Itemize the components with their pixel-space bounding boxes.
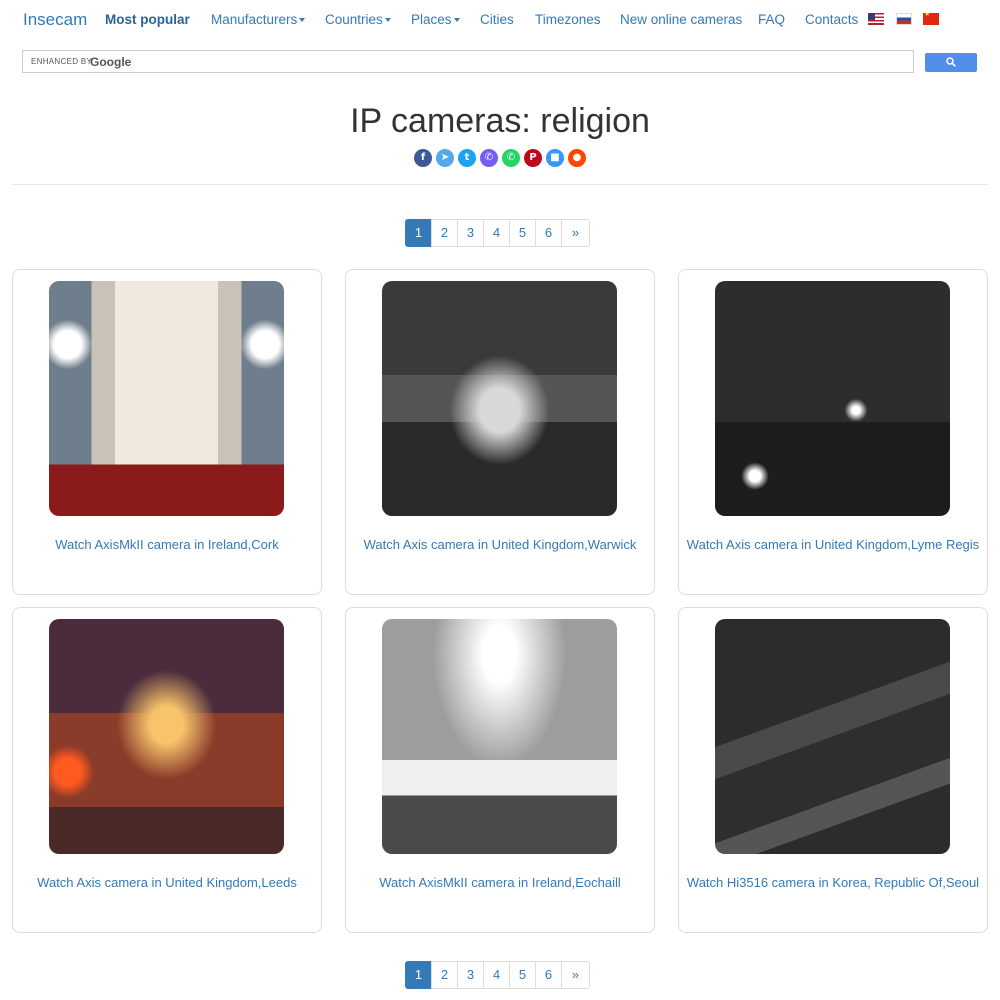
page-link-3[interactable]: 3 [457, 961, 484, 989]
camera-link[interactable]: Watch Axis camera in United Kingdom,Lyme… [679, 537, 987, 552]
camera-link[interactable]: Watch AxisMkII camera in Ireland,Eochail… [346, 875, 654, 890]
next-page-link[interactable]: » [561, 961, 590, 989]
camera-thumbnail[interactable] [49, 619, 284, 854]
camera-thumbnail[interactable] [382, 281, 617, 516]
camera-card: Watch AxisMkII camera in Ireland,Cork [12, 269, 322, 595]
flag-us-icon[interactable] [868, 13, 884, 25]
telegram-icon[interactable]: ➤ [436, 149, 454, 167]
nav-countries-label: Countries [325, 12, 383, 27]
twitter-icon[interactable]: t [458, 149, 476, 167]
page-link-6[interactable]: 6 [535, 961, 562, 989]
camera-card: Watch Axis camera in United Kingdom,Lyme… [678, 269, 988, 595]
nav-most-popular[interactable]: Most popular [105, 12, 190, 27]
camera-card: Watch Hi3516 camera in Korea, Republic O… [678, 607, 988, 933]
nav-contacts[interactable]: Contacts [805, 12, 858, 27]
nav-places[interactable]: Places [411, 12, 460, 27]
camera-thumbnail[interactable] [715, 619, 950, 854]
reddit-icon[interactable]: ● [568, 149, 586, 167]
whatsapp-icon[interactable]: ✆ [502, 149, 520, 167]
caret-down-icon [453, 18, 460, 23]
page-link-3[interactable]: 3 [457, 219, 484, 247]
nav-places-label: Places [411, 12, 452, 27]
divider [12, 184, 988, 185]
page-link-5[interactable]: 5 [509, 961, 536, 989]
page-link-6[interactable]: 6 [535, 219, 562, 247]
top-navbar: Insecam Most popular Manufacturers Count… [0, 0, 1000, 38]
camera-card: Watch Axis camera in United Kingdom,Leed… [12, 607, 322, 933]
nav-manufacturers-label: Manufacturers [211, 12, 298, 27]
camera-thumbnail[interactable] [49, 281, 284, 516]
flag-cn-icon[interactable] [923, 13, 939, 25]
nav-manufacturers[interactable]: Manufacturers [211, 12, 306, 27]
page-link-1[interactable]: 1 [405, 219, 432, 247]
page-link-2[interactable]: 2 [431, 961, 458, 989]
viber-icon[interactable]: ✆ [480, 149, 498, 167]
page-link-4[interactable]: 4 [483, 219, 510, 247]
pagination-bottom: 1 2 3 4 5 6» [405, 961, 590, 989]
facebook-icon[interactable]: f [414, 149, 432, 167]
nav-new-online-cameras[interactable]: New online cameras [620, 12, 742, 27]
caret-down-icon [384, 18, 391, 23]
nav-faq[interactable]: FAQ [758, 12, 785, 27]
nav-cities[interactable]: Cities [480, 12, 514, 27]
pagination-top: 1 2 3 4 5 6» [405, 219, 590, 247]
camera-link[interactable]: Watch AxisMkII camera in Ireland,Cork [13, 537, 321, 552]
search-enhanced-by: ENHANCED BY [31, 57, 93, 66]
search-button[interactable] [925, 53, 977, 72]
delicious-icon[interactable]: ■ [546, 149, 564, 167]
page-link-1[interactable]: 1 [405, 961, 432, 989]
camera-card: Watch Axis camera in United Kingdom,Warw… [345, 269, 655, 595]
brand-link[interactable]: Insecam [23, 10, 87, 30]
page-link-5[interactable]: 5 [509, 219, 536, 247]
page-link-2[interactable]: 2 [431, 219, 458, 247]
camera-thumbnail[interactable] [382, 619, 617, 854]
caret-down-icon [299, 18, 306, 23]
camera-link[interactable]: Watch Hi3516 camera in Korea, Republic O… [679, 875, 987, 890]
search-icon [946, 57, 956, 67]
nav-timezones[interactable]: Timezones [535, 12, 601, 27]
next-page-link[interactable]: » [561, 219, 590, 247]
camera-card: Watch AxisMkII camera in Ireland,Eochail… [345, 607, 655, 933]
page-title: IP cameras: religion [350, 102, 650, 140]
camera-thumbnail[interactable] [715, 281, 950, 516]
nav-countries[interactable]: Countries [325, 12, 391, 27]
search-input[interactable]: ENHANCED BY Google [22, 50, 914, 73]
flag-ru-icon[interactable] [896, 13, 912, 25]
camera-link[interactable]: Watch Axis camera in United Kingdom,Warw… [346, 537, 654, 552]
google-logo: Google [90, 55, 132, 69]
camera-link[interactable]: Watch Axis camera in United Kingdom,Leed… [13, 875, 321, 890]
pinterest-icon[interactable]: P [524, 149, 542, 167]
page-link-4[interactable]: 4 [483, 961, 510, 989]
